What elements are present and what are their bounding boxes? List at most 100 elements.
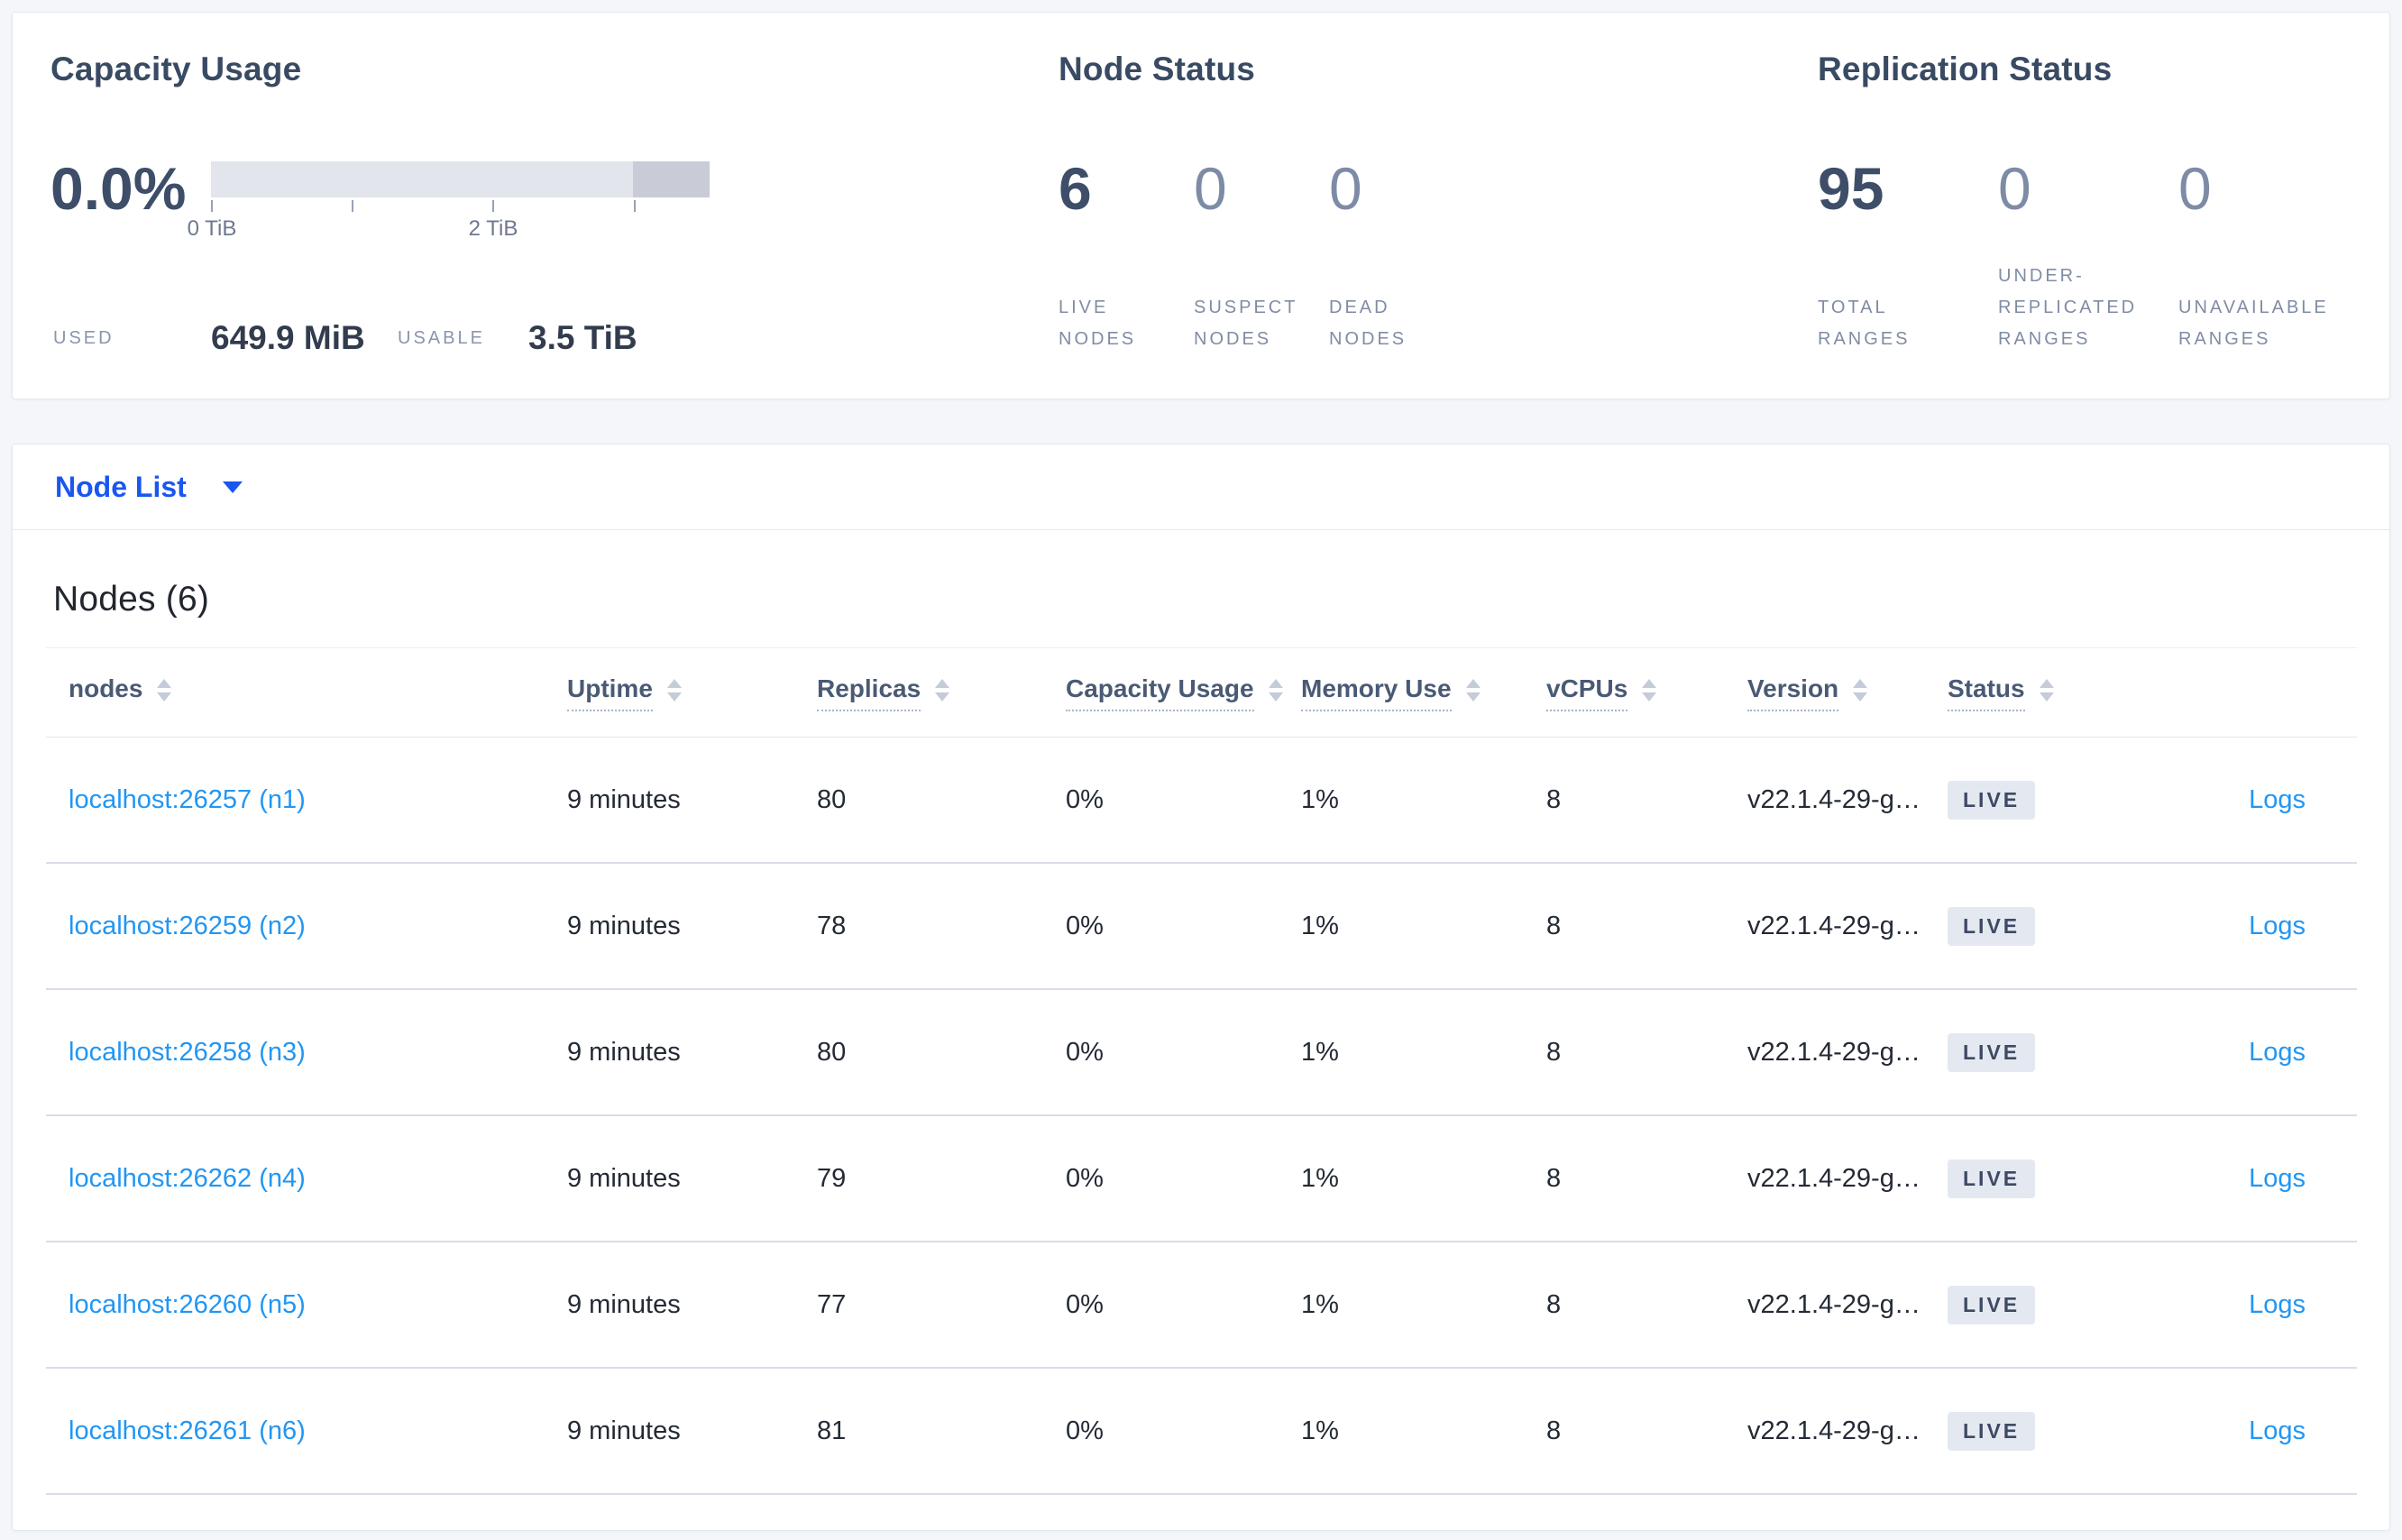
column-header-uptime[interactable]: Uptime (567, 648, 682, 737)
column-header-memory-use[interactable]: Memory Use (1301, 648, 1481, 737)
capacity-cell: 0% (1066, 784, 1104, 814)
replicas-cell: 79 (817, 1163, 847, 1193)
node-link[interactable]: localhost:26257 (n1) (69, 785, 306, 815)
memory-cell: 1% (1301, 784, 1339, 814)
under-replicated-ranges-label: UNDER-REPLICATED RANGES (1998, 266, 2138, 349)
column-header-label: vCPUs (1546, 674, 1628, 711)
replication-status-section: Replication Status 95 TOTAL RANGES 0 UND… (1818, 13, 2395, 399)
sort-icon (1853, 678, 1868, 701)
node-link[interactable]: localhost:26259 (n2) (69, 912, 306, 941)
column-header-capacity-usage[interactable]: Capacity Usage (1066, 648, 1283, 737)
replicas-cell: 77 (817, 1289, 847, 1319)
capacity-cell: 0% (1066, 1163, 1104, 1193)
uptime-cell: 9 minutes (567, 1037, 681, 1067)
table-row: localhost:26262 (n4) 9 minutes 79 0% 1% … (46, 1116, 2357, 1242)
vcpus-cell: 8 (1546, 1289, 1562, 1319)
logs-link[interactable]: Logs (2249, 1164, 2306, 1194)
live-nodes-stat: 6 LIVE NODES (1059, 13, 1194, 399)
node-list-dropdown[interactable]: Node List (55, 445, 243, 530)
uptime-cell: 9 minutes (567, 1289, 681, 1319)
logs-link[interactable]: Logs (2249, 1038, 2306, 1068)
memory-cell: 1% (1301, 1289, 1339, 1319)
axis-tick-label: 0 TiB (187, 216, 237, 241)
axis-tick (211, 200, 213, 212)
node-link[interactable]: localhost:26262 (n4) (69, 1164, 306, 1194)
unavailable-ranges-value: 0 (2178, 155, 2212, 222)
node-link[interactable]: localhost:26258 (n3) (69, 1038, 306, 1068)
suspect-nodes-stat: 0 SUSPECT NODES (1194, 13, 1329, 399)
total-ranges-label: TOTAL RANGES (1818, 298, 1911, 349)
capacity-usage-bar (211, 161, 710, 197)
logs-link[interactable]: Logs (2249, 785, 2306, 815)
uptime-cell: 9 minutes (567, 784, 681, 814)
capacity-cell: 0% (1066, 1037, 1104, 1067)
vcpus-cell: 8 (1546, 911, 1562, 940)
sort-icon (1642, 678, 1657, 701)
vcpus-cell: 8 (1546, 784, 1562, 814)
under-replicated-ranges-value: 0 (1998, 155, 2031, 222)
memory-cell: 1% (1301, 1163, 1339, 1193)
uptime-cell: 9 minutes (567, 1416, 681, 1445)
capacity-cell: 0% (1066, 1289, 1104, 1319)
table-header-row: nodes Uptime Replicas Capacity Usage Mem… (46, 647, 2357, 738)
node-list-card: Node List Nodes (6) nodes Uptime Replica… (12, 444, 2390, 1531)
status-badge: LIVE (1948, 906, 2036, 946)
replicas-cell: 80 (817, 784, 847, 814)
dead-nodes-stat: 0 DEAD NODES (1329, 13, 1464, 399)
axis-tick (634, 200, 636, 212)
column-header-version[interactable]: Version (1747, 648, 1868, 737)
capacity-cell: 0% (1066, 1416, 1104, 1445)
total-ranges-stat: 95 TOTAL RANGES (1818, 13, 1998, 399)
capacity-used-percent: 0.0% (50, 155, 187, 222)
axis-tick (492, 200, 494, 212)
logs-link[interactable]: Logs (2249, 1416, 2306, 1446)
axis-tick-label: 2 TiB (468, 216, 518, 241)
node-link[interactable]: localhost:26261 (n6) (69, 1416, 306, 1446)
dead-nodes-label: DEAD NODES (1329, 298, 1407, 349)
node-link[interactable]: localhost:26260 (n5) (69, 1290, 306, 1320)
cluster-summary-card: Capacity Usage 0.0% 0 TiB 2 TiB USED 649… (12, 12, 2390, 399)
sort-icon (666, 678, 682, 701)
column-header-label: Uptime (567, 674, 653, 711)
used-value: 649.9 MiB (211, 319, 365, 356)
under-replicated-ranges-stat: 0 UNDER-REPLICATED RANGES (1998, 13, 2178, 399)
status-badge: LIVE (1948, 1411, 2036, 1451)
used-label: USED (53, 328, 115, 348)
table-row: localhost:26260 (n5) 9 minutes 77 0% 1% … (46, 1242, 2357, 1369)
column-header-vcpus[interactable]: vCPUs (1546, 648, 1657, 737)
unavailable-ranges-label: UNAVAILABLE RANGES (2178, 298, 2329, 349)
unavailable-ranges-stat: 0 UNAVAILABLE RANGES (2178, 13, 2377, 399)
column-header-label: Status (1948, 674, 2025, 711)
table-row: localhost:26259 (n2) 9 minutes 78 0% 1% … (46, 864, 2357, 990)
table-row: localhost:26257 (n1) 9 minutes 80 0% 1% … (46, 738, 2357, 864)
column-header-replicas[interactable]: Replicas (817, 648, 950, 737)
column-header-status[interactable]: Status (1948, 648, 2054, 737)
table-row: localhost:26258 (n3) 9 minutes 80 0% 1% … (46, 990, 2357, 1116)
node-status-section: Node Status 6 LIVE NODES 0 SUSPECT NODES… (1059, 13, 1744, 399)
memory-cell: 1% (1301, 911, 1339, 940)
uptime-cell: 9 minutes (567, 911, 681, 940)
vcpus-cell: 8 (1546, 1163, 1562, 1193)
logs-link[interactable]: Logs (2249, 1290, 2306, 1320)
axis-tick (352, 200, 353, 212)
column-header-label: Capacity Usage (1066, 674, 1254, 711)
live-nodes-label: LIVE NODES (1059, 298, 1137, 349)
version-cell: v22.1.4-29-g… (1747, 1416, 1921, 1445)
node-list-dropdown-label: Node List (55, 471, 187, 503)
capacity-stats-row: USED 649.9 MiB USABLE 3.5 TiB (50, 317, 907, 359)
column-header-nodes[interactable]: nodes (69, 648, 172, 737)
status-badge: LIVE (1948, 1159, 2036, 1198)
sort-icon (935, 678, 950, 701)
status-badge: LIVE (1948, 780, 2036, 820)
logs-link[interactable]: Logs (2249, 912, 2306, 941)
column-header-label: Version (1747, 674, 1839, 711)
capacity-usage-title: Capacity Usage (50, 50, 302, 87)
vcpus-cell: 8 (1546, 1037, 1562, 1067)
suspect-nodes-label: SUSPECT NODES (1194, 298, 1298, 349)
status-badge: LIVE (1948, 1032, 2036, 1072)
dead-nodes-value: 0 (1329, 155, 1362, 222)
capacity-bar-dark-segment (633, 161, 710, 197)
version-cell: v22.1.4-29-g… (1747, 911, 1921, 940)
nodes-count-title: Nodes (6) (53, 580, 210, 619)
table-row: localhost:26261 (n6) 9 minutes 81 0% 1% … (46, 1369, 2357, 1495)
